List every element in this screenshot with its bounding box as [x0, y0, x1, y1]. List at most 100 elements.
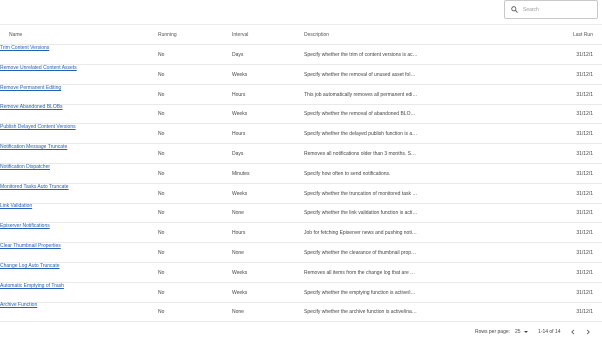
interval-cell: Hours [232, 91, 246, 98]
last-run-cell: 31/12/1 [576, 230, 593, 237]
table-row: Publish Delayed Content Versions No Hours S… [0, 124, 602, 145]
interval-cell: None [232, 250, 244, 256]
search-box[interactable] [504, 0, 598, 19]
search-icon [511, 6, 518, 13]
search-input[interactable] [523, 4, 593, 15]
description-cell: Removes all notifications older than 3 m… [304, 151, 418, 157]
interval-cell: Weeks [232, 269, 248, 276]
last-run-cell: 31/12/1 [576, 250, 593, 256]
interval-cell: None [232, 309, 244, 316]
running-cell: No [158, 269, 165, 276]
job-name-link[interactable]: Remove Abandoned BLOBs [0, 104, 63, 110]
description-cell: Removes all items from the change log th… [304, 269, 418, 276]
rows-per-page-select[interactable]: 25 [515, 321, 528, 343]
description-cell: Specify whether the archive function is … [304, 309, 418, 316]
job-name-link[interactable]: Trim Content Versions [0, 45, 49, 51]
table-row: Remove Permanent Editing No Hours This job … [0, 85, 602, 105]
description-cell: Specify whether the link validation func… [304, 210, 418, 217]
job-name-link[interactable]: Link Validation [0, 203, 32, 209]
job-name-link[interactable]: Change Log Auto Truncate [0, 263, 60, 269]
rows-per-page-value: 25 [515, 329, 521, 335]
table-row: Monitored Tasks Auto Truncate No Weeks Spec… [0, 184, 602, 204]
column-header-running[interactable]: Running [158, 25, 218, 45]
running-cell: No [158, 289, 165, 296]
column-header-interval[interactable]: Interval [232, 25, 292, 45]
job-name-link[interactable]: Notification Dispatcher [0, 164, 50, 170]
table-row: Remove Abandoned BLOBs No Weeks Specify whe… [0, 104, 602, 125]
running-cell: No [158, 111, 165, 118]
job-name-link[interactable]: Publish Delayed Content Versions [0, 124, 76, 130]
interval-cell: Hours [232, 131, 246, 138]
running-cell: No [158, 309, 165, 316]
job-name-link[interactable]: Remove Permanent Editing [0, 85, 61, 91]
running-cell: No [158, 170, 165, 177]
job-name-link[interactable]: Clear Thumbnail Properties [0, 243, 61, 249]
interval-cell: Days [232, 52, 244, 58]
running-cell: No [158, 230, 165, 237]
table-row: Episerver Notifications No Hours Job for fe… [0, 223, 602, 244]
table-row: Notification Dispatcher No Minutes Specify … [0, 164, 602, 184]
last-run-cell: 31/12/1 [576, 269, 593, 276]
description-cell: Specify whether the trim of content vers… [304, 52, 418, 58]
description-cell: Specify whether the truncation of monito… [304, 190, 418, 197]
interval-cell: Minutes [232, 170, 250, 177]
chevron-left-icon [571, 329, 575, 335]
chevron-right-icon [586, 329, 590, 335]
table-pagination: Rows per page: 25 1-14 of 14 [0, 321, 602, 343]
job-name-link[interactable]: Episerver Notifications [0, 223, 50, 229]
running-cell: No [158, 91, 165, 98]
table-row: Remove Unrelated Content Assets No Weeks Sp… [0, 65, 602, 85]
table-row: Change Log Auto Truncate No Weeks Removes a… [0, 263, 602, 283]
pagination-range: 1-14 of 14 [538, 329, 561, 335]
description-cell: Specify whether the emptying function is… [304, 289, 418, 296]
description-cell: Specify whether the removal of abandoned… [304, 111, 418, 118]
interval-cell: Weeks [232, 190, 248, 197]
running-cell: No [158, 151, 165, 157]
job-name-link[interactable]: Archive Function [0, 302, 37, 308]
previous-page-button[interactable] [568, 327, 578, 337]
job-name-link[interactable]: Automatic Emptying of Trash [0, 283, 64, 289]
table-row: Trim Content Versions No Days Specify wheth… [0, 45, 602, 65]
running-cell: No [158, 250, 165, 256]
last-run-cell: 31/12/1 [576, 151, 593, 157]
interval-cell: Weeks [232, 111, 248, 118]
running-cell: No [158, 190, 165, 197]
rows-per-page-label: Rows per page: [475, 329, 511, 335]
description-cell: This job automatically removes all perma… [304, 91, 418, 98]
table-row: Automatic Emptying of Trash No Weeks Specif… [0, 283, 602, 303]
description-cell: Specify whether the clearance of thumbna… [304, 250, 418, 256]
scheduled-jobs-table: Name Running Interval Description Last R… [0, 24, 602, 323]
last-run-cell: 31/12/1 [576, 71, 593, 78]
column-header-last-run[interactable]: Last Run [553, 25, 593, 45]
last-run-cell: 31/12/1 [576, 91, 593, 98]
description-cell: Specify whether the removal of unused as… [304, 71, 418, 78]
job-name-link[interactable]: Remove Unrelated Content Assets [0, 65, 77, 71]
running-cell: No [158, 210, 165, 217]
interval-cell: Days [232, 151, 244, 157]
last-run-cell: 31/12/1 [576, 289, 593, 296]
job-name-link[interactable]: Notification Message Truncate [0, 144, 67, 150]
last-run-cell: 31/12/1 [576, 190, 593, 197]
table-row: Clear Thumbnail Properties No None Specify … [0, 243, 602, 263]
last-run-cell: 31/12/1 [576, 52, 593, 58]
description-cell: Specify whether the delayed publish func… [304, 131, 418, 138]
description-cell: Specify how often to send notifications. [304, 170, 391, 177]
interval-cell: Weeks [232, 71, 248, 78]
last-run-cell: 31/12/1 [576, 170, 593, 177]
running-cell: No [158, 71, 165, 78]
table-header-row: Name Running Interval Description Last R… [0, 25, 602, 45]
running-cell: No [158, 131, 165, 138]
next-page-button[interactable] [583, 327, 593, 337]
job-name-link[interactable]: Monitored Tasks Auto Truncate [0, 184, 69, 190]
caret-down-icon [523, 331, 528, 333]
description-cell: Job for fetching Episerver news and push… [304, 230, 418, 237]
last-run-cell: 31/12/1 [576, 309, 593, 316]
table-row: Notification Message Truncate No Days Remov… [0, 144, 602, 164]
column-header-description[interactable]: Description [304, 25, 418, 45]
column-header-name[interactable]: Name [9, 25, 149, 45]
table-row: Archive Function No None Specify whether th… [0, 302, 602, 323]
table-row: Link Validation No None Specify whether the… [0, 203, 602, 224]
interval-cell: Weeks [232, 289, 248, 296]
last-run-cell: 31/12/1 [576, 111, 593, 118]
running-cell: No [158, 52, 165, 58]
